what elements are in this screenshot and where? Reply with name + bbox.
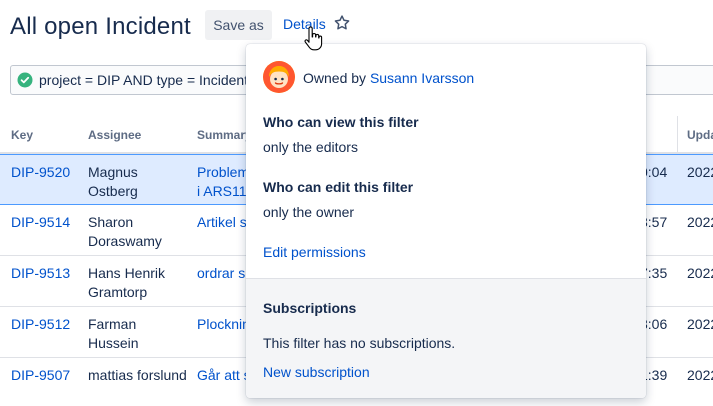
owned-by-text: Owned by Susann Ivarsson <box>303 70 474 86</box>
page-title: All open Incident <box>10 13 191 40</box>
subscriptions-section: Subscriptions This filter has no subscri… <box>246 278 646 398</box>
summary-line: Problem <box>197 164 250 180</box>
assignee-name: Sharon Doraswamy <box>88 214 162 249</box>
check-circle-icon <box>17 72 33 88</box>
issue-key-link[interactable]: DIP-9514 <box>11 213 70 232</box>
avatar <box>263 61 295 93</box>
column-header-updated[interactable]: Upda <box>687 128 713 142</box>
assignee-name: Hans Henrik Gramtorp <box>88 265 166 300</box>
assignee-name: mattias forslund <box>88 367 187 383</box>
subscriptions-heading: Subscriptions <box>263 300 357 316</box>
updated-value: 2022 <box>687 367 713 383</box>
hand-pointer-icon <box>304 26 323 51</box>
column-header-assignee[interactable]: Assignee <box>88 128 141 142</box>
edit-permissions-link[interactable]: Edit permissions <box>263 244 366 260</box>
view-permission-heading: Who can view this filter <box>263 114 419 130</box>
updated-value: 2022 <box>687 265 713 281</box>
save-as-button[interactable]: Save as <box>205 10 272 40</box>
issue-key-link[interactable]: DIP-9513 <box>11 264 70 283</box>
issue-key-link[interactable]: DIP-9520 <box>11 163 70 182</box>
updated-value: 2022 <box>687 164 713 180</box>
updated-value: 2022 <box>687 316 713 332</box>
avatar-face-icon <box>263 61 295 93</box>
edit-permission-value: only the owner <box>263 204 355 220</box>
owner-link[interactable]: Susann Ivarsson <box>370 70 474 86</box>
filter-details-popover: Owned by Susann Ivarsson Who can view th… <box>246 44 646 398</box>
edit-permission-heading: Who can edit this filter <box>263 179 414 195</box>
view-permission-value: only the editors <box>263 139 358 155</box>
new-subscription-link[interactable]: New subscription <box>263 364 370 380</box>
star-icon[interactable] <box>333 14 351 32</box>
assignee-name: Magnus Ostberg <box>88 164 138 199</box>
column-header-summary[interactable]: Summary <box>197 128 252 142</box>
issue-key-link[interactable]: DIP-9512 <box>11 315 70 334</box>
updated-value: 2022 <box>687 214 713 230</box>
owned-by-prefix: Owned by <box>303 70 370 86</box>
column-header-key[interactable]: Key <box>11 128 33 142</box>
issue-key-link[interactable]: DIP-9507 <box>11 366 70 385</box>
assignee-name: Farman Hussein <box>88 316 139 351</box>
subscriptions-empty-text: This filter has no subscriptions. <box>263 335 456 351</box>
